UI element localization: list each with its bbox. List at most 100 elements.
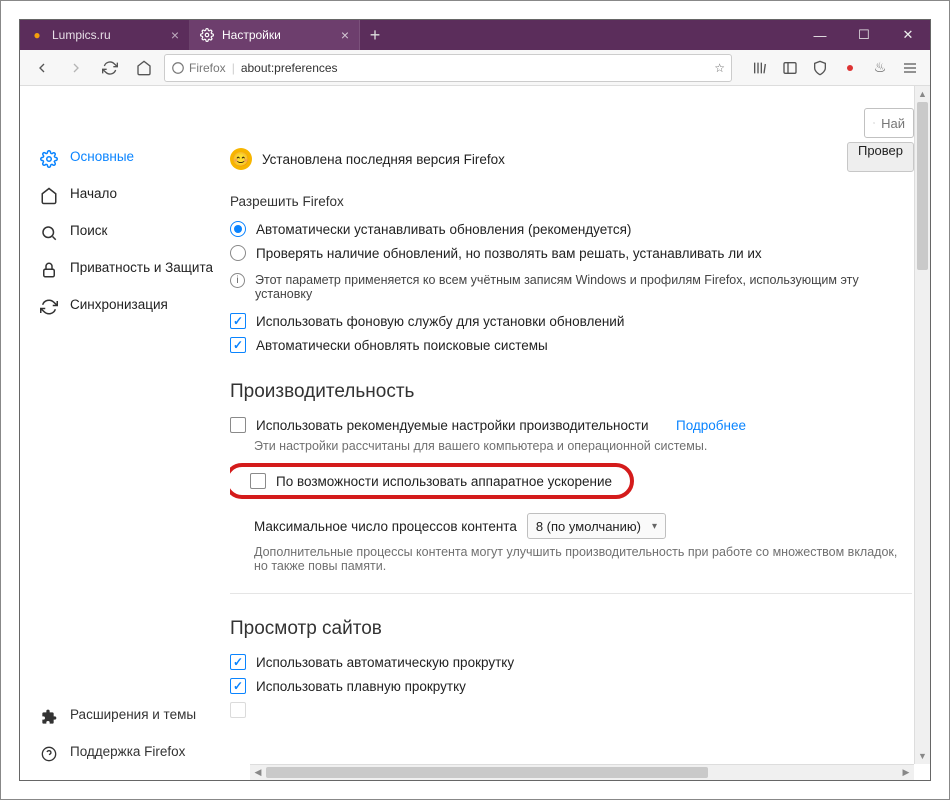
radio-check-update[interactable]: Проверять наличие обновлений, но позволя… bbox=[230, 241, 912, 265]
radio-auto-update[interactable]: Автоматически устанавливать обновления (… bbox=[230, 217, 912, 241]
checkbox-label: Использовать фоновую службу для установк… bbox=[256, 314, 624, 329]
checkbox-update-search-engines[interactable]: Автоматически обновлять поисковые систем… bbox=[230, 333, 912, 357]
checkbox-icon[interactable] bbox=[230, 313, 246, 329]
nav-label: Поддержка Firefox bbox=[70, 744, 185, 761]
checkbox-icon[interactable] bbox=[230, 678, 246, 694]
radio-icon[interactable] bbox=[230, 221, 246, 237]
sidebar-icon[interactable] bbox=[778, 56, 802, 80]
horizontal-scrollbar[interactable]: ◀ ▶ bbox=[250, 764, 914, 780]
search-icon bbox=[40, 224, 58, 242]
library-icon[interactable] bbox=[748, 56, 772, 80]
firefox-icon bbox=[171, 61, 185, 75]
close-icon[interactable]: × bbox=[171, 27, 179, 43]
procs-label: Максимальное число процессов контента bbox=[254, 519, 517, 534]
perf-hint2: Дополнительные процессы контента могут у… bbox=[230, 543, 912, 579]
preferences-body: Основные Начало Поиск Приватность и Защи… bbox=[20, 86, 930, 780]
nav-support[interactable]: Поддержка Firefox bbox=[20, 735, 230, 772]
checkbox-label: Использовать рекомендуемые настройки про… bbox=[256, 418, 648, 433]
nav-search[interactable]: Поиск bbox=[20, 214, 230, 251]
update-status-text: Установлена последняя версия Firefox bbox=[262, 152, 505, 167]
content-processes-select[interactable]: 8 (по умолчанию) bbox=[527, 513, 666, 539]
identity-box[interactable]: Firefox bbox=[171, 61, 226, 75]
close-icon[interactable]: × bbox=[341, 27, 349, 43]
checkbox-icon[interactable] bbox=[230, 654, 246, 670]
learn-more-link[interactable]: Подробнее bbox=[676, 418, 746, 433]
perf-hint: Эти настройки рассчитаны для вашего комп… bbox=[230, 437, 912, 459]
checkbox-partial[interactable] bbox=[230, 698, 912, 722]
window-controls: — ☐ ✕ bbox=[798, 20, 930, 50]
radio-icon[interactable] bbox=[230, 245, 246, 261]
nav-addons[interactable]: Расширения и темы bbox=[20, 698, 230, 735]
new-tab-button[interactable]: + bbox=[360, 20, 390, 50]
allow-firefox-title: Разрешить Firefox bbox=[230, 194, 912, 209]
content-processes-row: Максимальное число процессов контента 8 … bbox=[230, 507, 912, 543]
scroll-right-arrow-icon[interactable]: ▶ bbox=[898, 767, 914, 778]
maximize-button[interactable]: ☐ bbox=[842, 20, 886, 50]
checkbox-label: Использовать автоматическую прокрутку bbox=[256, 655, 514, 670]
checkbox-label: Использовать плавную прокрутку bbox=[256, 679, 466, 694]
checkbox-icon[interactable] bbox=[230, 337, 246, 353]
favicon-lumpics: ● bbox=[30, 28, 44, 42]
section-title-performance: Производительность bbox=[230, 381, 912, 403]
reload-button[interactable] bbox=[96, 54, 124, 82]
preferences-content: Най 😊 Установлена последняя версия Firef… bbox=[230, 86, 930, 780]
minimize-button[interactable]: — bbox=[798, 20, 842, 50]
tabs-area: ● Lumpics.ru × Настройки × + bbox=[20, 20, 798, 50]
radio-label: Проверять наличие обновлений, но позволя… bbox=[256, 246, 762, 261]
checkbox-icon[interactable] bbox=[230, 702, 246, 718]
checkbox-label: По возможности использовать аппаратное у… bbox=[276, 474, 612, 489]
smiley-icon: 😊 bbox=[230, 148, 252, 170]
checkbox-autoscroll[interactable]: Использовать автоматическую прокрутку bbox=[230, 650, 912, 674]
info-text: Этот параметр применяется ко всем учётны… bbox=[255, 273, 912, 301]
scroll-left-arrow-icon[interactable]: ◀ bbox=[250, 767, 266, 778]
bookmark-star-icon[interactable]: ☆ bbox=[714, 61, 725, 75]
checkbox-icon[interactable] bbox=[230, 417, 246, 433]
toolbar: Firefox | about:preferences ☆ ♨ bbox=[20, 50, 930, 86]
scroll-up-arrow-icon[interactable]: ▲ bbox=[915, 86, 930, 102]
fire-icon[interactable]: ♨ bbox=[868, 56, 892, 80]
check-updates-button[interactable]: Провер bbox=[847, 142, 914, 172]
shield-icon[interactable] bbox=[808, 56, 832, 80]
search-icon bbox=[873, 116, 875, 130]
scrollbar-thumb[interactable] bbox=[917, 102, 928, 270]
close-window-button[interactable]: ✕ bbox=[886, 20, 930, 50]
nav-label: Начало bbox=[70, 186, 117, 203]
menu-button[interactable] bbox=[898, 56, 922, 80]
nav-label: Синхронизация bbox=[70, 297, 168, 314]
back-button[interactable] bbox=[28, 54, 56, 82]
radio-label: Автоматически устанавливать обновления (… bbox=[256, 222, 631, 237]
nav-general[interactable]: Основные bbox=[20, 140, 230, 177]
highlight-hw-accel: По возможности использовать аппаратное у… bbox=[230, 463, 634, 499]
search-input[interactable]: Най bbox=[864, 108, 914, 138]
titlebar: ● Lumpics.ru × Настройки × + — ☐ ✕ bbox=[20, 20, 930, 50]
select-value: 8 (по умолчанию) bbox=[536, 519, 641, 534]
nav-home[interactable]: Начало bbox=[20, 177, 230, 214]
lock-icon bbox=[40, 261, 58, 279]
nav-label: Основные bbox=[70, 149, 134, 166]
section-title-browsing: Просмотр сайтов bbox=[230, 618, 912, 640]
url-bar[interactable]: Firefox | about:preferences ☆ bbox=[164, 54, 732, 82]
home-button[interactable] bbox=[130, 54, 158, 82]
vertical-scrollbar[interactable]: ▲ ▼ bbox=[914, 86, 930, 764]
tab-settings[interactable]: Настройки × bbox=[190, 20, 360, 50]
scroll-down-arrow-icon[interactable]: ▼ bbox=[915, 748, 930, 764]
scrollbar-thumb[interactable] bbox=[266, 767, 708, 778]
checkbox-background-service[interactable]: Использовать фоновую службу для установк… bbox=[230, 309, 912, 333]
tab-title: Настройки bbox=[222, 28, 333, 42]
puzzle-icon bbox=[40, 708, 58, 726]
notification-dot-icon[interactable] bbox=[838, 56, 862, 80]
gear-icon bbox=[200, 28, 214, 42]
tab-lumpics[interactable]: ● Lumpics.ru × bbox=[20, 20, 190, 50]
checkbox-smoothscroll[interactable]: Использовать плавную прокрутку bbox=[230, 674, 912, 698]
forward-button[interactable] bbox=[62, 54, 90, 82]
nav-privacy[interactable]: Приватность и Защита bbox=[20, 251, 230, 288]
url-text: about:preferences bbox=[241, 61, 708, 75]
nav-label: Приватность и Защита bbox=[70, 260, 213, 277]
checkbox-label: Автоматически обновлять поисковые систем… bbox=[256, 338, 548, 353]
gear-icon bbox=[40, 150, 58, 168]
update-info-note: i Этот параметр применяется ко всем учёт… bbox=[230, 265, 912, 309]
checkbox-recommended-perf[interactable]: Использовать рекомендуемые настройки про… bbox=[230, 413, 912, 437]
checkbox-hw-accel[interactable] bbox=[250, 473, 266, 489]
nav-sync[interactable]: Синхронизация bbox=[20, 288, 230, 325]
info-icon: i bbox=[230, 273, 245, 288]
